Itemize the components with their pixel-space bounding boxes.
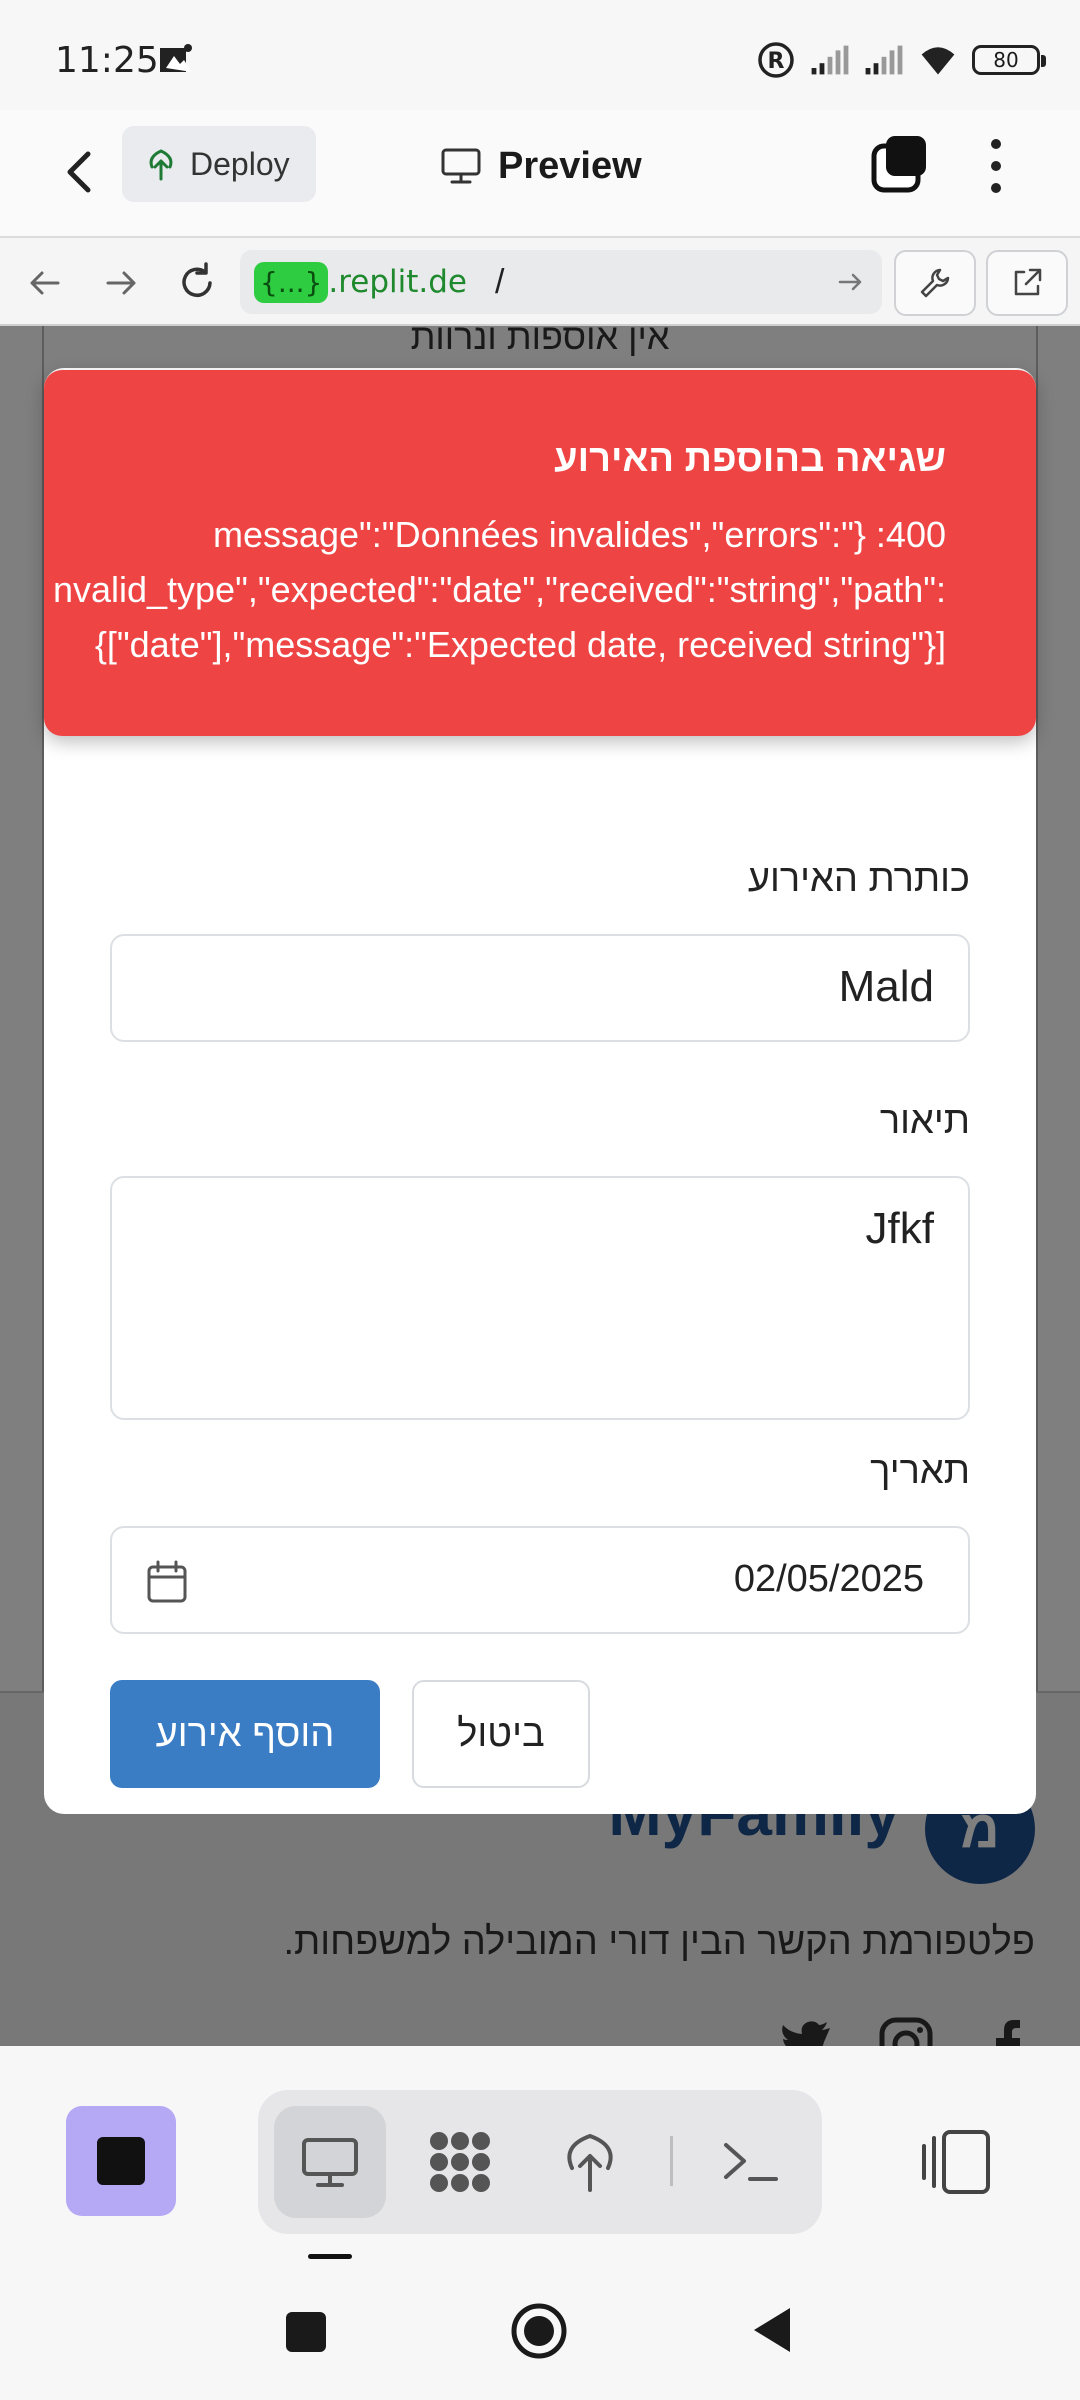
url-path: / bbox=[495, 262, 505, 301]
url-host-badge: {...} bbox=[254, 261, 329, 303]
terminal-icon bbox=[724, 2143, 778, 2181]
status-time: 11:25 bbox=[55, 40, 159, 81]
cancel-button[interactable]: ביטול bbox=[412, 1680, 590, 1788]
deploy-tool-button[interactable] bbox=[534, 2106, 646, 2218]
gesture-indicator bbox=[308, 2254, 352, 2259]
gallery-notification-icon bbox=[160, 44, 192, 72]
stop-icon bbox=[97, 2137, 145, 2185]
preview-title: Preview bbox=[440, 136, 642, 196]
shell-tool-button[interactable] bbox=[694, 2106, 806, 2218]
tool-group bbox=[258, 2090, 822, 2234]
url-input[interactable]: {...} .replit.de / bbox=[240, 250, 882, 314]
description-textarea[interactable]: Jfkf bbox=[110, 1176, 970, 1420]
wrench-icon bbox=[920, 268, 950, 298]
svg-text:R: R bbox=[768, 49, 785, 74]
description-label: תיאור bbox=[879, 1100, 970, 1142]
calendar-icon[interactable] bbox=[146, 1560, 188, 1604]
preview-label: Preview bbox=[498, 144, 642, 187]
title-label: כותרת האירוע bbox=[747, 858, 970, 900]
date-input[interactable]: 02/05/2025 bbox=[110, 1526, 970, 1634]
nav-forward-icon[interactable] bbox=[96, 258, 146, 308]
back-icon[interactable] bbox=[52, 140, 108, 204]
kebab-icon[interactable] bbox=[972, 134, 1020, 198]
tabs-icon[interactable] bbox=[870, 134, 930, 194]
toast-message-line-1: message":"Données invalides","errors":"}… bbox=[212, 514, 946, 555]
deploy-button[interactable]: Deploy bbox=[122, 126, 316, 202]
reload-icon[interactable] bbox=[172, 258, 222, 308]
toast-message-line-2: nvalid_type","expected":"date","received… bbox=[52, 569, 946, 610]
toast-message-line-3: {["date"],"message":"Expected date, rece… bbox=[94, 624, 946, 665]
home-button[interactable] bbox=[510, 2302, 568, 2360]
deploy-tool-icon bbox=[567, 2133, 613, 2192]
title-input[interactable]: Mald bbox=[110, 934, 970, 1042]
battery-indicator: 80 bbox=[972, 45, 1046, 75]
nav-back-icon[interactable] bbox=[20, 258, 70, 308]
stop-button[interactable] bbox=[66, 2106, 176, 2216]
registered-icon: R bbox=[758, 42, 794, 78]
system-nav-bar bbox=[0, 2262, 1080, 2400]
system-back-button[interactable] bbox=[750, 2304, 794, 2356]
open-external-button[interactable] bbox=[986, 250, 1068, 316]
deploy-label: Deploy bbox=[190, 145, 290, 182]
status-right-group: R 80 bbox=[756, 38, 1046, 82]
workflow-icon bbox=[430, 2132, 490, 2192]
app-header: Deploy Preview bbox=[0, 110, 1080, 236]
recents-button[interactable] bbox=[286, 2312, 326, 2352]
date-value: 02/05/2025 bbox=[733, 1558, 924, 1600]
workflow-tool-button[interactable] bbox=[404, 2106, 516, 2218]
url-bar: {...} .replit.de / bbox=[0, 236, 1080, 326]
date-label: תאריך bbox=[870, 1450, 970, 1492]
add-event-button[interactable]: הוסף אירוע bbox=[110, 1680, 380, 1788]
go-arrow-icon[interactable] bbox=[832, 264, 868, 300]
monitor-icon bbox=[441, 148, 481, 184]
toast-title: שגיאה בהוספת האירוע bbox=[554, 438, 946, 480]
deploy-icon bbox=[149, 149, 173, 181]
panel-icon[interactable] bbox=[920, 2122, 1000, 2202]
bottom-toolbar bbox=[0, 2046, 1080, 2246]
signal-2-icon bbox=[865, 45, 903, 75]
webview: אין אוספות ונרוות מ MyFamily פלטפורמת הק… bbox=[0, 326, 1080, 2046]
error-toast: שגיאה בהוספת האירוע message":"Données in… bbox=[44, 370, 1036, 736]
wifi-icon bbox=[921, 47, 955, 75]
status-bar: 11:25 R 80 bbox=[0, 0, 1080, 110]
preview-icon bbox=[302, 2138, 358, 2187]
signal-1-icon bbox=[811, 45, 849, 75]
tool-separator bbox=[670, 2136, 673, 2186]
preview-tool-button[interactable] bbox=[274, 2106, 386, 2218]
external-link-icon bbox=[1014, 268, 1042, 296]
devtools-button[interactable] bbox=[894, 250, 976, 316]
url-host: .replit.de bbox=[328, 264, 467, 300]
